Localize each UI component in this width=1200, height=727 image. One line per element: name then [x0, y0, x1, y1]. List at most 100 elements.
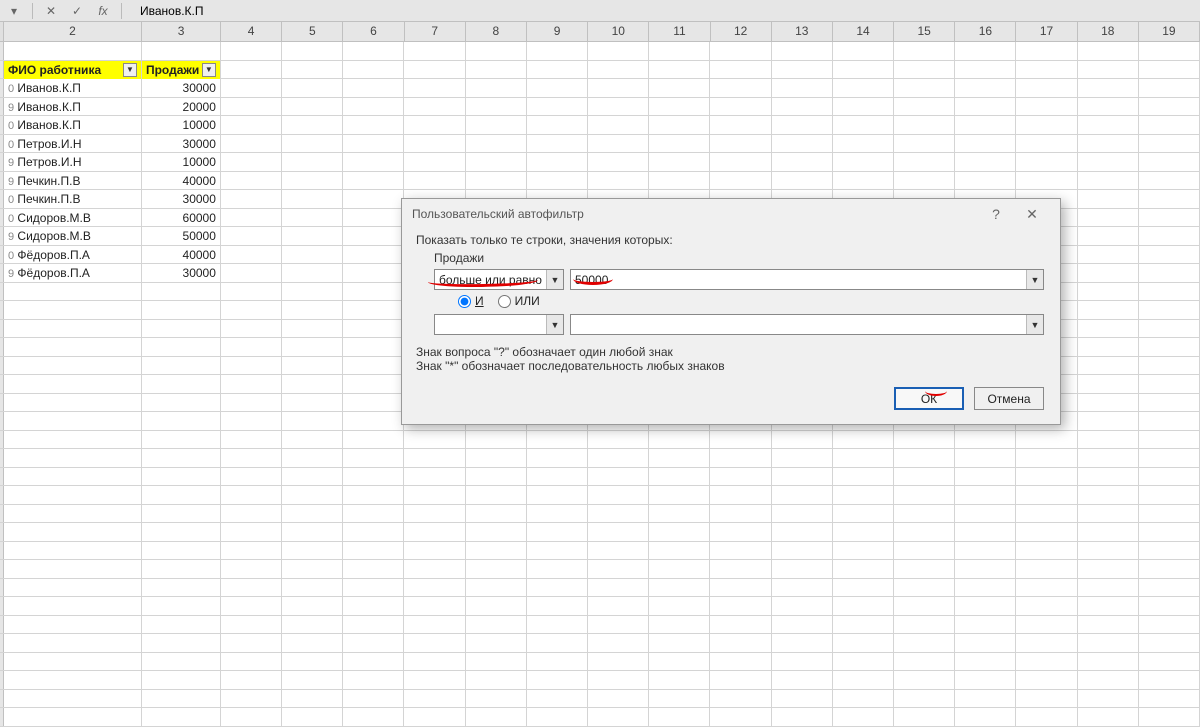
sales-cell[interactable]: 30000: [142, 79, 221, 98]
dropdown-icon[interactable]: ▾: [4, 2, 24, 20]
sales-cell[interactable]: 60000: [142, 209, 221, 228]
col-head[interactable]: 13: [772, 22, 833, 41]
col-head[interactable]: 7: [405, 22, 466, 41]
chevron-down-icon[interactable]: ▼: [1026, 270, 1043, 289]
sales-cell[interactable]: 30000: [142, 190, 221, 209]
table-row[interactable]: [0, 542, 1200, 561]
table-row[interactable]: 9 Иванов.К.П20000: [0, 98, 1200, 117]
table-row[interactable]: [0, 634, 1200, 653]
col-head[interactable]: 14: [833, 22, 894, 41]
header-name-cell[interactable]: ФИО работника▼: [4, 61, 142, 80]
filter-dropdown-icon[interactable]: ▼: [202, 63, 216, 77]
fx-label[interactable]: fx: [93, 2, 113, 20]
custom-autofilter-dialog: Пользовательский автофильтр ? ✕ Показать…: [401, 198, 1061, 425]
table-row[interactable]: [0, 653, 1200, 672]
table-row[interactable]: [0, 560, 1200, 579]
table-row[interactable]: 9 Печкин.П.В40000: [0, 172, 1200, 191]
col-head[interactable]: 2: [4, 22, 142, 41]
dialog-titlebar[interactable]: Пользовательский автофильтр ? ✕: [402, 199, 1060, 229]
col-head[interactable]: 6: [343, 22, 404, 41]
hint-line: Знак "*" обозначает последовательность л…: [416, 359, 1046, 373]
table-row[interactable]: [0, 523, 1200, 542]
col-head[interactable]: 11: [649, 22, 710, 41]
sales-cell[interactable]: 10000: [142, 153, 221, 172]
name-cell[interactable]: 9 Петров.И.Н: [4, 153, 142, 172]
col-head[interactable]: 9: [527, 22, 588, 41]
col-head[interactable]: 19: [1139, 22, 1200, 41]
table-row[interactable]: [0, 671, 1200, 690]
name-cell[interactable]: 0 Иванов.К.П: [4, 116, 142, 135]
dialog-field-label: Продажи: [416, 251, 1046, 265]
help-icon[interactable]: ?: [978, 200, 1014, 228]
col-head[interactable]: 8: [466, 22, 527, 41]
condition2-value-combo[interactable]: ▼: [570, 314, 1044, 335]
radio-or-input[interactable]: [498, 295, 511, 308]
sales-cell[interactable]: 40000: [142, 172, 221, 191]
radio-and[interactable]: И: [458, 294, 484, 308]
combo-text: 50000: [571, 273, 1026, 287]
hint-line: Знак вопроса "?" обозначает один любой з…: [416, 345, 1046, 359]
col-head[interactable]: 18: [1078, 22, 1139, 41]
ok-button[interactable]: ОК: [894, 387, 964, 410]
sales-cell[interactable]: 30000: [142, 264, 221, 283]
formula-bar: ▾ ✕ ✓ fx: [0, 0, 1200, 22]
sales-cell[interactable]: 10000: [142, 116, 221, 135]
sales-cell[interactable]: 20000: [142, 98, 221, 117]
dialog-title: Пользовательский автофильтр: [412, 207, 584, 221]
combo-text: больше или равно: [435, 273, 546, 287]
table-row[interactable]: [0, 42, 1200, 61]
name-cell[interactable]: 0 Петров.И.Н: [4, 135, 142, 154]
table-row[interactable]: [0, 616, 1200, 635]
col-head[interactable]: 15: [894, 22, 955, 41]
name-cell[interactable]: 9 Сидоров.М.В: [4, 227, 142, 246]
chevron-down-icon[interactable]: ▼: [546, 315, 563, 334]
radio-and-input[interactable]: [458, 295, 471, 308]
table-row[interactable]: [0, 579, 1200, 598]
table-row[interactable]: 0 Иванов.К.П30000: [0, 79, 1200, 98]
table-row[interactable]: [0, 708, 1200, 727]
table-header-row[interactable]: ФИО работника▼Продажи▼: [0, 61, 1200, 80]
cancel-button[interactable]: Отмена: [974, 387, 1044, 410]
table-row[interactable]: 0 Иванов.К.П10000: [0, 116, 1200, 135]
table-row[interactable]: 0 Петров.И.Н30000: [0, 135, 1200, 154]
name-cell[interactable]: 0 Печкин.П.В: [4, 190, 142, 209]
col-head[interactable]: 3: [142, 22, 221, 41]
condition1-operator-combo[interactable]: больше или равно ▼: [434, 269, 564, 290]
column-header-row: 2 3 4 5 6 7 8 9 10 11 12 13 14 15 16 17 …: [0, 22, 1200, 42]
table-row[interactable]: [0, 468, 1200, 487]
chevron-down-icon[interactable]: ▼: [1026, 315, 1043, 334]
col-head[interactable]: 10: [588, 22, 649, 41]
name-cell[interactable]: 0 Фёдоров.П.А: [4, 246, 142, 265]
sales-cell[interactable]: 50000: [142, 227, 221, 246]
cancel-formula-icon[interactable]: ✕: [41, 2, 61, 20]
sales-cell[interactable]: 30000: [142, 135, 221, 154]
chevron-down-icon[interactable]: ▼: [546, 270, 563, 289]
name-cell[interactable]: 9 Печкин.П.В: [4, 172, 142, 191]
col-head[interactable]: 17: [1016, 22, 1077, 41]
condition2-operator-combo[interactable]: ▼: [434, 314, 564, 335]
col-head[interactable]: 5: [282, 22, 343, 41]
accept-formula-icon[interactable]: ✓: [67, 2, 87, 20]
condition1-value-combo[interactable]: 50000 ▼: [570, 269, 1044, 290]
table-row[interactable]: [0, 486, 1200, 505]
sales-cell[interactable]: 40000: [142, 246, 221, 265]
table-row[interactable]: 9 Петров.И.Н10000: [0, 153, 1200, 172]
col-head[interactable]: 16: [955, 22, 1016, 41]
name-cell[interactable]: 0 Сидоров.М.В: [4, 209, 142, 228]
name-cell[interactable]: 9 Иванов.К.П: [4, 98, 142, 117]
table-row[interactable]: [0, 690, 1200, 709]
close-icon[interactable]: ✕: [1014, 200, 1050, 228]
table-row[interactable]: [0, 449, 1200, 468]
radio-or[interactable]: ИЛИ: [498, 294, 540, 308]
dialog-prompt: Показать только те строки, значения кото…: [416, 233, 1046, 247]
name-cell[interactable]: 0 Иванов.К.П: [4, 79, 142, 98]
table-row[interactable]: [0, 597, 1200, 616]
table-row[interactable]: [0, 431, 1200, 450]
name-cell[interactable]: 9 Фёдоров.П.А: [4, 264, 142, 283]
col-head[interactable]: 12: [711, 22, 772, 41]
table-row[interactable]: [0, 505, 1200, 524]
filter-dropdown-icon[interactable]: ▼: [123, 63, 137, 77]
header-sales-cell[interactable]: Продажи▼: [142, 61, 221, 80]
col-head[interactable]: 4: [221, 22, 282, 41]
formula-input[interactable]: [130, 2, 1200, 20]
